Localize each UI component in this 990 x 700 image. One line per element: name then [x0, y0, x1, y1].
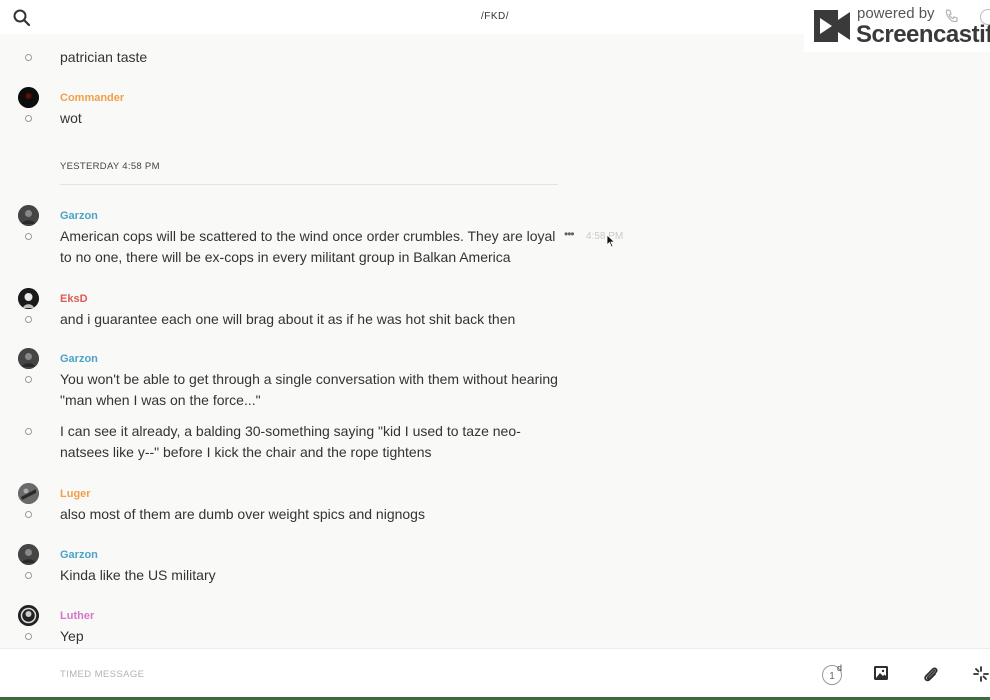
- watermark-powered-by: powered by: [857, 5, 935, 22]
- read-status-icon: [25, 428, 32, 435]
- message-text: and i guarantee each one will brag about…: [60, 311, 516, 327]
- read-status-icon: [25, 233, 32, 240]
- attachment-icon[interactable]: [922, 665, 940, 688]
- message-username[interactable]: Luther: [60, 610, 94, 622]
- read-status-icon: [25, 633, 32, 640]
- read-status-icon: [25, 316, 32, 323]
- read-status-icon: [25, 54, 32, 61]
- message-username[interactable]: Luger: [60, 488, 91, 500]
- message-text: I can see it already, a balding 30-somet…: [60, 423, 521, 460]
- timer-value: 1: [829, 671, 835, 682]
- avatar[interactable]: [18, 544, 39, 565]
- read-status-icon: [25, 572, 32, 579]
- read-status-icon: [25, 511, 32, 518]
- message-username[interactable]: Commander: [60, 92, 124, 104]
- message-username[interactable]: EksD: [60, 293, 88, 305]
- message-username[interactable]: Garzon: [60, 549, 98, 561]
- message-text: wot: [60, 110, 82, 126]
- message-feed: patrician taste Commander wot YESTERDAY …: [0, 34, 990, 648]
- sparkle-icon[interactable]: [972, 665, 990, 688]
- timer-unit: d: [837, 663, 843, 673]
- more-options-icon[interactable]: •••: [564, 227, 575, 241]
- avatar[interactable]: [18, 348, 39, 369]
- message-text: Yep: [60, 628, 84, 644]
- message-username[interactable]: Garzon: [60, 210, 98, 222]
- message-text: You won't be able to get through a singl…: [60, 371, 558, 408]
- message-username[interactable]: Garzon: [60, 353, 98, 365]
- read-status-icon: [25, 115, 32, 122]
- message-text: also most of them are dumb over weight s…: [60, 506, 425, 522]
- message-input[interactable]: [60, 663, 780, 685]
- avatar[interactable]: [18, 288, 39, 309]
- message-text: American cops will be scattered to the w…: [60, 228, 556, 265]
- divider-line: [60, 184, 558, 185]
- info-icon[interactable]: [980, 9, 990, 25]
- mouse-cursor-icon: [606, 234, 616, 253]
- avatar[interactable]: [18, 605, 39, 626]
- phone-icon[interactable]: [944, 8, 960, 29]
- avatar[interactable]: [18, 87, 39, 108]
- message-text: patrician taste: [60, 49, 148, 65]
- image-icon[interactable]: [873, 665, 889, 686]
- avatar[interactable]: [18, 483, 39, 504]
- avatar[interactable]: [18, 205, 39, 226]
- message-timestamp: 4:58 PM: [586, 231, 624, 242]
- message-text: Kinda like the US military: [60, 567, 216, 583]
- date-divider: YESTERDAY 4:58 PM: [60, 161, 160, 172]
- read-status-icon: [25, 376, 32, 383]
